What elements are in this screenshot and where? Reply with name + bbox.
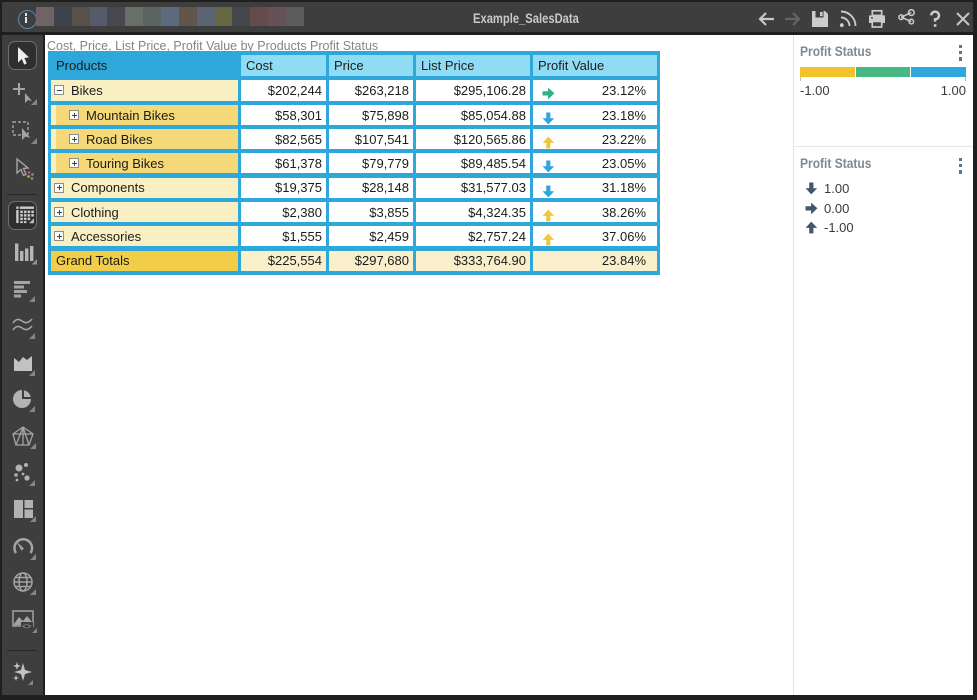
svg-text:<>: <>: [22, 622, 32, 631]
